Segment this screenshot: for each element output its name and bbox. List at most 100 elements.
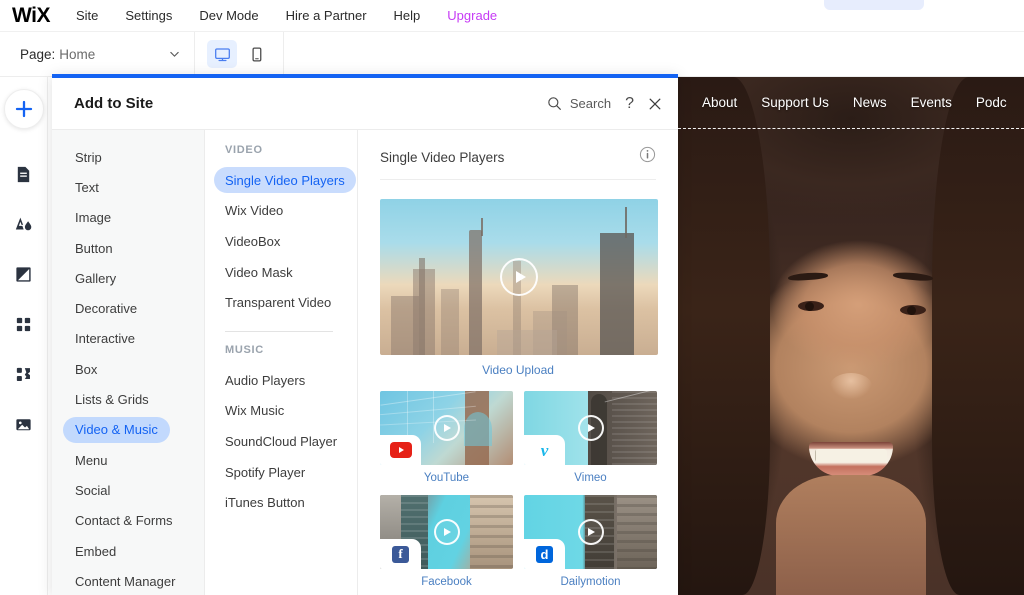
category-item-contact-and-forms[interactable]: Contact & Forms <box>52 506 204 536</box>
category-item-gallery[interactable]: Gallery <box>52 263 204 293</box>
subcategory-label: Transparent Video <box>225 295 332 311</box>
subcategory-label: Single Video Players <box>214 167 356 194</box>
add-elements-button[interactable] <box>3 89 44 129</box>
subcategory-item-transparent-video[interactable]: Transparent Video <box>205 287 357 318</box>
page-selector-label: Page: <box>20 46 56 62</box>
rail-item-media[interactable] <box>0 399 48 449</box>
gallery-item-youtube[interactable]: YouTube <box>380 391 513 484</box>
category-label: Social <box>75 482 111 498</box>
category-item-text[interactable]: Text <box>52 172 204 202</box>
panel-search-button[interactable]: Search <box>547 96 611 111</box>
hero-portrait-image <box>678 77 1024 595</box>
site-nav-item-support-us[interactable]: Support Us <box>761 95 829 110</box>
category-item-decorative[interactable]: Decorative <box>52 293 204 323</box>
category-label: Gallery <box>75 270 117 286</box>
gallery-item-facebook[interactable]: f Facebook <box>380 495 513 588</box>
category-label: Contact & Forms <box>75 513 173 529</box>
category-item-button[interactable]: Button <box>52 233 204 263</box>
page-toolbar: Page: Home <box>0 31 1024 77</box>
site-nav-item-events[interactable]: Events <box>911 95 952 110</box>
mouth <box>809 442 893 476</box>
category-item-menu[interactable]: Menu <box>52 445 204 475</box>
menu-item-settings[interactable]: Settings <box>125 8 172 23</box>
desktop-view-button[interactable] <box>207 40 237 68</box>
subcategory-item-soundcloud-player[interactable]: SoundCloud Player <box>205 426 357 457</box>
site-preview-canvas[interactable]: About Support Us News Events Podc <box>678 77 1024 595</box>
wix-logo-text: WiX <box>12 4 50 27</box>
site-nav-item-about[interactable]: About <box>702 95 737 110</box>
gallery-item-video-upload[interactable]: Video Upload <box>380 199 658 377</box>
teeth <box>815 449 887 462</box>
rail-item-theme[interactable] <box>0 199 48 249</box>
panel-close-button[interactable] <box>648 97 662 111</box>
category-label: Box <box>75 361 98 377</box>
gallery-item-caption: YouTube <box>423 472 470 484</box>
info-icon[interactable] <box>639 146 656 168</box>
mobile-icon <box>251 46 261 62</box>
category-item-strip[interactable]: Strip <box>52 142 204 172</box>
site-nav-item-news[interactable]: News <box>853 95 887 110</box>
category-label: Embed <box>75 543 117 559</box>
subcategory-label: VideoBox <box>225 233 281 249</box>
category-item-content-manager[interactable]: Content Manager <box>52 566 204 595</box>
subcategory-item-wix-music[interactable]: Wix Music <box>205 396 357 427</box>
thumbnail-flatiron-building: v <box>524 391 657 465</box>
subcategory-item-videobox[interactable]: VideoBox <box>205 226 357 257</box>
background-icon <box>16 266 31 282</box>
play-button-icon <box>577 519 604 545</box>
neck <box>776 475 926 595</box>
play-button-icon <box>433 519 460 545</box>
category-item-social[interactable]: Social <box>52 475 204 505</box>
subcategory-item-spotify-player[interactable]: Spotify Player <box>205 457 357 488</box>
category-item-interactive[interactable]: Interactive <box>52 324 204 354</box>
subcategory-item-single-video-players[interactable]: Single Video Players <box>205 165 357 196</box>
rail-item-apps[interactable] <box>0 299 48 349</box>
rail-item-background[interactable] <box>0 249 48 299</box>
panel-help-button[interactable]: ? <box>625 94 634 112</box>
wix-editor-window: WiX Site Settings Dev Mode Hire a Partne… <box>0 0 1024 595</box>
apps-icon <box>16 317 31 331</box>
category-item-box[interactable]: Box <box>52 354 204 384</box>
menu-item-help[interactable]: Help <box>394 8 421 23</box>
site-nav-item-podcasts[interactable]: Podc <box>976 95 1007 110</box>
play-button-icon <box>577 415 604 441</box>
selection-boundary-line <box>678 128 1024 129</box>
panel-header: Add to Site Search ? <box>52 78 678 130</box>
subcategory-label: Audio Players <box>225 372 306 388</box>
desktop-icon <box>214 47 230 61</box>
top-menu-bar: WiX Site Settings Dev Mode Hire a Partne… <box>0 0 1024 32</box>
menu-item-hire-a-partner[interactable]: Hire a Partner <box>286 8 367 23</box>
mobile-view-button[interactable] <box>241 40 271 68</box>
wix-logo[interactable]: WiX <box>12 5 50 26</box>
gallery-grid: YouTube v Vimeo f Facebook d Dailymotion <box>380 391 658 588</box>
subcategory-item-wix-video[interactable]: Wix Video <box>205 196 357 227</box>
subcategory-item-itunes-button[interactable]: iTunes Button <box>205 487 357 518</box>
category-item-embed[interactable]: Embed <box>52 536 204 566</box>
menu-item-dev-mode[interactable]: Dev Mode <box>199 8 258 23</box>
category-label: Image <box>75 210 112 226</box>
menu-item-upgrade[interactable]: Upgrade <box>447 8 497 23</box>
site-nav-menu: About Support Us News Events Podc <box>678 77 1024 128</box>
panel-title: Add to Site <box>74 95 154 112</box>
subcategory-item-video-mask[interactable]: Video Mask <box>205 257 357 288</box>
menu-item-site[interactable]: Site <box>76 8 98 23</box>
subcategory-label: SoundCloud Player <box>225 433 338 449</box>
page-selector[interactable]: Page: Home <box>0 31 195 77</box>
rail-item-pages[interactable] <box>0 149 48 199</box>
category-item-lists-and-grids[interactable]: Lists & Grids <box>52 384 204 414</box>
gallery-item-vimeo[interactable]: v Vimeo <box>524 391 657 484</box>
top-right-action-button[interactable] <box>824 0 924 10</box>
badge-notch <box>380 435 421 465</box>
close-icon <box>649 98 661 109</box>
eyebrow-left <box>787 271 829 282</box>
thumbnail-brooklyn-bridge <box>380 391 513 465</box>
gallery-item-dailymotion[interactable]: d Dailymotion <box>524 495 657 588</box>
category-item-video-and-music[interactable]: Video & Music <box>52 415 204 445</box>
subcategory-item-audio-players[interactable]: Audio Players <box>205 365 357 396</box>
rail-item-add-apps[interactable] <box>0 349 48 399</box>
badge-notch: d <box>524 539 565 569</box>
category-item-image[interactable]: Image <box>52 203 204 233</box>
theme-icon <box>15 217 31 231</box>
category-label: Menu <box>75 452 108 468</box>
question-mark-icon: ? <box>625 94 634 112</box>
